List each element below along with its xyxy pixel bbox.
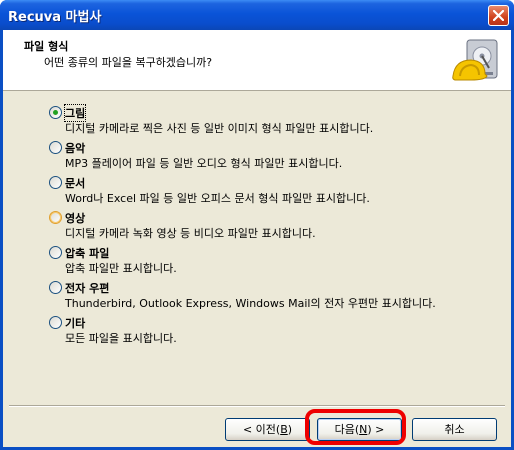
option-description: 디지털 카메라로 찍은 사진 등 일반 이미지 형식 파일만 표시합니다.: [65, 122, 374, 135]
wizard-window: Recuva 마법사 파일 형식 어떤 종류의 파일을 복구하겠습니까? 그림 …: [0, 0, 514, 450]
option-description: Word나 Excel 파일 등 일반 오피스 문서 형식 파일만 표시합니다.: [65, 192, 370, 205]
hard-drive-with-hardhat-icon: [452, 39, 498, 81]
option-video[interactable]: 영상 디지털 카메라 녹화 영상 등 비디오 파일만 표시합니다.: [49, 209, 469, 241]
option-label: 문서: [65, 177, 86, 190]
option-label: 기타: [65, 317, 86, 330]
option-label: 압축 파일: [65, 247, 110, 260]
option-label: 전자 우편: [65, 282, 110, 295]
page-title: 파일 형식: [24, 40, 69, 53]
back-label-pre: < 이전(: [242, 423, 281, 436]
radio-pictures[interactable]: [49, 106, 62, 119]
option-description: 압축 파일만 표시합니다.: [65, 262, 177, 275]
option-label: 영상: [65, 212, 86, 225]
option-label: 음악: [65, 142, 86, 155]
radio-documents[interactable]: [49, 176, 62, 189]
page-subtitle: 어떤 종류의 파일을 복구하겠습니까?: [44, 56, 213, 69]
radio-video[interactable]: [49, 211, 62, 224]
back-button[interactable]: < 이전(B): [225, 418, 310, 441]
close-icon: [493, 10, 504, 21]
option-description: 디지털 카메라 녹화 영상 등 비디오 파일만 표시합니다.: [65, 227, 316, 240]
option-email[interactable]: 전자 우편 Thunderbird, Outlook Express, Wind…: [49, 279, 469, 311]
option-other[interactable]: 기타 모든 파일을 표시합니다.: [49, 314, 469, 346]
option-documents[interactable]: 문서 Word나 Excel 파일 등 일반 오피스 문서 형식 파일만 표시합…: [49, 174, 469, 206]
radio-compressed[interactable]: [49, 246, 62, 259]
back-accesskey: B: [280, 423, 288, 436]
radio-other[interactable]: [49, 316, 62, 329]
option-description: MP3 플레이어 파일 등 일반 오디오 형식 파일만 표시합니다.: [65, 157, 343, 170]
option-description: Thunderbird, Outlook Express, Windows Ma…: [65, 297, 436, 310]
red-highlight-annotation: [305, 409, 406, 445]
option-pictures[interactable]: 그림 디지털 카메라로 찍은 사진 등 일반 이미지 형식 파일만 표시합니다.: [49, 104, 469, 136]
back-label-post: ): [287, 423, 293, 436]
option-music[interactable]: 음악 MP3 플레이어 파일 등 일반 오디오 형식 파일만 표시합니다.: [49, 139, 469, 171]
option-description: 모든 파일을 표시합니다.: [65, 332, 177, 345]
window-title: Recuva 마법사: [8, 10, 102, 25]
close-button[interactable]: [488, 5, 509, 26]
wizard-header: 파일 형식 어떤 종류의 파일을 복구하겠습니까?: [3, 30, 511, 91]
dialog-body: 파일 형식 어떤 종류의 파일을 복구하겠습니까? 그림 디지털 카메라로 찍은…: [3, 30, 511, 447]
cancel-button[interactable]: 취소: [412, 418, 497, 441]
title-bar[interactable]: Recuva 마법사: [0, 0, 514, 30]
option-compressed[interactable]: 압축 파일 압축 파일만 표시합니다.: [49, 244, 469, 276]
footer-divider: [9, 405, 505, 407]
radio-music[interactable]: [49, 141, 62, 154]
option-label: 그림: [63, 104, 87, 122]
radio-email[interactable]: [49, 281, 62, 294]
